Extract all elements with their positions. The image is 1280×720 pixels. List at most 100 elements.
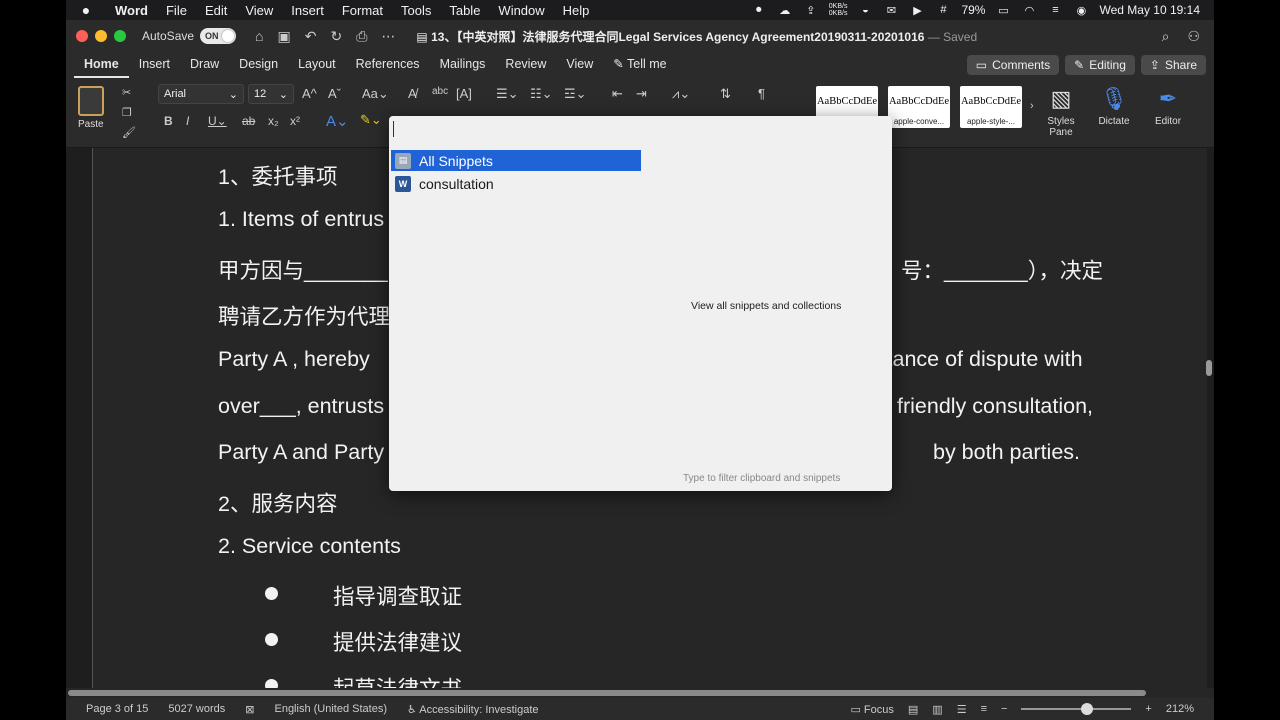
tab-view[interactable]: View [556, 52, 603, 78]
control-center-icon[interactable]: ≡ [1047, 3, 1063, 17]
apple-menu-icon[interactable]: ● [66, 2, 106, 18]
menu-view[interactable]: View [236, 3, 282, 18]
multilevel-list-icon[interactable]: ☲⌄ [564, 86, 587, 102]
format-painter-icon[interactable]: 🖌 [122, 126, 136, 139]
menu-file[interactable]: File [157, 3, 196, 18]
tab-design[interactable]: Design [229, 52, 288, 78]
menu-edit[interactable]: Edit [196, 3, 236, 18]
zoom-out-icon[interactable]: − [1001, 703, 1007, 715]
zoom-level[interactable]: 212% [1166, 703, 1194, 715]
menu-help[interactable]: Help [554, 3, 599, 18]
tell-me[interactable]: ✎ Tell me [603, 52, 676, 78]
tab-insert[interactable]: Insert [129, 52, 180, 78]
doc-line-right[interactable]: istance of dispute with [871, 347, 1083, 372]
siri-icon[interactable]: ◉ [1073, 3, 1089, 17]
phonetic-guide-icon[interactable]: abc [432, 86, 448, 97]
tab-draw[interactable]: Draw [180, 52, 229, 78]
input-method-icon[interactable]: # [935, 3, 951, 17]
scroll-thumb[interactable] [68, 690, 1146, 696]
proofing-icon[interactable]: ⊠ [245, 703, 254, 716]
highlight-icon[interactable]: ✎⌄ [360, 112, 382, 128]
home-icon[interactable]: ⌂ [255, 28, 263, 44]
hat-icon[interactable]: ◒ [857, 3, 873, 17]
play-icon[interactable]: ▶ [909, 3, 925, 17]
styles-more-icon[interactable]: › [1030, 100, 1034, 112]
zoom-in-icon[interactable]: + [1145, 703, 1151, 715]
menu-insert[interactable]: Insert [282, 3, 333, 18]
saved-status[interactable]: — Saved [928, 30, 977, 44]
doc-line[interactable]: 甲方因与_______ [218, 254, 388, 285]
battery-icon[interactable]: ▭ [995, 3, 1011, 17]
editing-button[interactable]: ✎ Editing [1065, 55, 1135, 75]
change-case-icon[interactable]: Aa⌄ [362, 86, 389, 102]
bold-icon[interactable]: B [164, 114, 173, 128]
page-count[interactable]: Page 3 of 15 [86, 703, 148, 715]
tab-mailings[interactable]: Mailings [430, 52, 496, 78]
shrink-font-icon[interactable]: Aˇ [328, 86, 341, 101]
web-layout-icon[interactable]: ▥ [932, 703, 942, 716]
italic-icon[interactable]: I [186, 114, 189, 128]
zoom-window-icon[interactable] [114, 30, 126, 42]
dictate-button[interactable]: 🎙 Dictate [1094, 86, 1134, 127]
more-icon[interactable]: ⋯ [381, 28, 395, 45]
list-item[interactable]: 指导调查取证 [333, 580, 462, 611]
zoom-knob[interactable] [1081, 703, 1094, 715]
autosave-toggle[interactable]: ON [200, 28, 237, 44]
redo-icon[interactable]: ↻ [330, 28, 342, 45]
doc-line-right[interactable]: by both parties. [933, 440, 1080, 465]
print-layout-icon[interactable]: ▤ [908, 703, 918, 716]
styles-pane-button[interactable]: ▧ Styles Pane [1041, 86, 1081, 138]
font-size-select[interactable]: 12 ⌄ [248, 84, 294, 104]
tab-layout[interactable]: Layout [288, 52, 346, 78]
doc-line[interactable]: 2、服务内容 [218, 487, 337, 518]
vertical-scrollbar[interactable] [1206, 360, 1212, 376]
sort-icon[interactable]: ⇅ [720, 86, 731, 102]
wifi-icon[interactable]: ◠ [1021, 3, 1037, 17]
style-apple-style[interactable]: AaBbCcDdEe apple-style-... [960, 86, 1022, 128]
doc-line-right[interactable]: friendly consultation, [897, 394, 1093, 419]
tab-references[interactable]: References [346, 52, 430, 78]
style-apple-converted[interactable]: AaBbCcDdEe apple-conve... [888, 86, 950, 128]
subscript-icon[interactable]: x₂ [268, 114, 279, 128]
snippet-item-all[interactable]: ▤ All Snippets [391, 150, 641, 171]
doc-line-right[interactable]: 号：_______），决定 [901, 254, 1103, 285]
comments-button[interactable]: ▭ Comments [966, 55, 1060, 75]
record-icon[interactable]: ⏺ [751, 3, 767, 17]
asian-layout-icon[interactable]: ⩘⌄ [672, 86, 690, 102]
increase-indent-icon[interactable]: ⇥ [636, 86, 647, 102]
decrease-indent-icon[interactable]: ⇤ [612, 86, 623, 102]
share-person-icon[interactable]: ⚇ [1187, 28, 1200, 45]
wechat-icon[interactable]: ✉ [883, 3, 899, 17]
save-icon[interactable]: ▣ [278, 28, 291, 45]
view-all-snippets-link[interactable]: View all snippets and collections [691, 300, 841, 312]
doc-line[interactable]: Party A , hereby [218, 347, 370, 372]
horizontal-scrollbar[interactable] [66, 688, 1214, 698]
numbering-icon[interactable]: ☷⌄ [530, 86, 553, 102]
font-name-select[interactable]: Arial ⌄ [158, 84, 244, 104]
undo-icon[interactable]: ↶ [305, 28, 317, 45]
menu-table[interactable]: Table [440, 3, 489, 18]
minimize-window-icon[interactable] [95, 30, 107, 42]
cut-icon[interactable]: ✂ [122, 86, 131, 99]
menu-app-word[interactable]: Word [106, 3, 157, 18]
share-button[interactable]: ⇪ Share [1140, 55, 1206, 75]
strikethrough-icon[interactable]: ab [242, 114, 255, 128]
close-window-icon[interactable] [76, 30, 88, 42]
editor-button[interactable]: ✒ Editor [1148, 86, 1188, 127]
doc-line[interactable]: over___, entrusts [218, 394, 384, 419]
clock[interactable]: Wed May 10 19:14 [1099, 3, 1200, 17]
accessibility[interactable]: ♿ Accessibility: Investigate [407, 703, 539, 716]
text-effects-icon[interactable]: A⌄ [326, 112, 349, 130]
menu-tools[interactable]: Tools [392, 3, 440, 18]
grow-font-icon[interactable]: A^ [302, 86, 317, 101]
language[interactable]: English (United States) [274, 703, 387, 715]
outline-view-icon[interactable]: ☰ [957, 703, 967, 716]
copy-icon[interactable]: ❐ [122, 106, 132, 119]
doc-line[interactable]: 聘请乙方作为代理 [218, 300, 390, 331]
tab-review[interactable]: Review [495, 52, 556, 78]
menu-window[interactable]: Window [489, 3, 553, 18]
word-count[interactable]: 5027 words [168, 703, 225, 715]
print-icon[interactable]: ⎙ [356, 28, 367, 45]
focus-button[interactable]: ▭ Focus [850, 703, 893, 716]
doc-line[interactable]: 1. Items of entrus [218, 207, 384, 232]
